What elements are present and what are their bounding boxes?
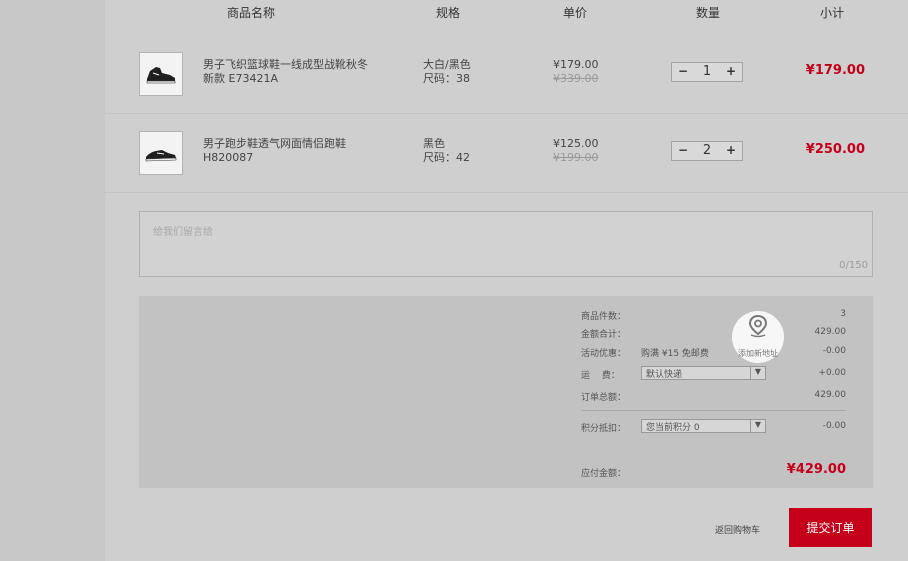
product-name[interactable]: 男子跑步鞋透气网面情侣跑鞋 H820087 — [203, 137, 378, 165]
order-confirmation-panel: 商品名称 规格 单价 数量 小计 男子飞织篮球鞋一线成型战靴秋冬 新款 E734… — [105, 0, 908, 561]
location-pin-icon — [748, 314, 768, 338]
shipping-label: 运 费： — [581, 371, 620, 381]
table-row: 男子飞织篮球鞋一线成型战靴秋冬 新款 E73421A 大白/黑色 尺码：38 ¥… — [105, 35, 908, 114]
table-header: 商品名称 规格 单价 数量 小计 — [105, 0, 908, 28]
promo-value: -0.00 — [822, 346, 846, 356]
high-top-sneaker-icon — [146, 67, 176, 84]
row-subtotal: ¥250.00 — [805, 142, 865, 157]
table-row: 男子跑步鞋透气网面情侣跑鞋 H820087 黑色 尺码：42 ¥125.00 ¥… — [105, 114, 908, 193]
quantity-stepper: − 2 + — [671, 141, 743, 161]
original-price: ¥199.00 — [553, 151, 599, 164]
current-price: ¥125.00 — [553, 137, 599, 150]
item-count-label: 商品件数： — [581, 312, 627, 322]
shipping-value: +0.00 — [818, 368, 846, 378]
product-name[interactable]: 男子飞织篮球鞋一线成型战靴秋冬 新款 E73421A — [203, 58, 378, 86]
order-comment-input[interactable]: 给我们留言给 0/150 — [139, 211, 873, 277]
product-size: 尺码：42 — [423, 151, 470, 164]
product-size: 尺码：38 — [423, 72, 470, 85]
points-option: 您当前积分 0 — [646, 423, 700, 433]
increase-button[interactable]: + — [723, 64, 739, 78]
comment-char-counter: 0/150 — [839, 260, 868, 271]
submit-order-button[interactable]: 提交订单 — [789, 508, 872, 547]
chevron-down-icon: ▼ — [750, 367, 765, 379]
header-name: 商品名称 — [227, 6, 276, 20]
chevron-down-icon: ▼ — [750, 420, 765, 432]
shipping-select[interactable]: 默认快递 ▼ — [641, 366, 766, 380]
payable-value: ¥429.00 — [786, 462, 846, 477]
item-count-value: 3 — [840, 309, 846, 319]
amount-value: 429.00 — [814, 327, 847, 337]
order-total-label: 订单总额： — [581, 393, 627, 403]
add-address-button[interactable]: 添加新地址 — [732, 311, 784, 363]
back-to-cart-link[interactable]: 返回购物车 — [715, 523, 760, 536]
product-thumbnail[interactable] — [139, 131, 183, 175]
summary-divider — [581, 410, 846, 411]
product-spec: 黑色 尺码：42 — [423, 137, 470, 165]
row-subtotal: ¥179.00 — [805, 63, 865, 78]
unit-price: ¥179.00 ¥339.00 — [553, 58, 599, 86]
promo-text: 购满 ¥15 免邮费 — [641, 349, 709, 359]
unit-price: ¥125.00 ¥199.00 — [553, 137, 599, 165]
promo-label: 活动优惠： — [581, 349, 627, 359]
header-quantity: 数量 — [696, 6, 721, 20]
left-margin — [0, 0, 105, 561]
order-total-value: 429.00 — [814, 390, 847, 400]
points-value: -0.00 — [822, 421, 846, 431]
product-color: 大白/黑色 — [423, 58, 471, 71]
payable-label: 应付金额： — [581, 469, 627, 479]
original-price: ¥339.00 — [553, 72, 599, 85]
product-spec: 大白/黑色 尺码：38 — [423, 58, 471, 86]
add-address-label: 添加新地址 — [738, 349, 778, 358]
product-color: 黑色 — [423, 137, 445, 150]
increase-button[interactable]: + — [723, 143, 739, 157]
current-price: ¥179.00 — [553, 58, 599, 71]
shipping-option: 默认快递 — [646, 370, 683, 380]
points-select[interactable]: 您当前积分 0 ▼ — [641, 419, 766, 433]
product-thumbnail[interactable] — [139, 52, 183, 96]
amount-label: 金额合计： — [581, 330, 627, 340]
header-unit-price: 单价 — [563, 6, 588, 20]
quantity-stepper: − 1 + — [671, 62, 743, 82]
comment-placeholder: 给我们留言给 — [153, 227, 213, 238]
header-subtotal: 小计 — [820, 6, 845, 20]
points-label: 积分抵扣： — [581, 424, 627, 434]
header-spec: 规格 — [436, 6, 461, 20]
running-shoe-icon — [145, 150, 177, 162]
